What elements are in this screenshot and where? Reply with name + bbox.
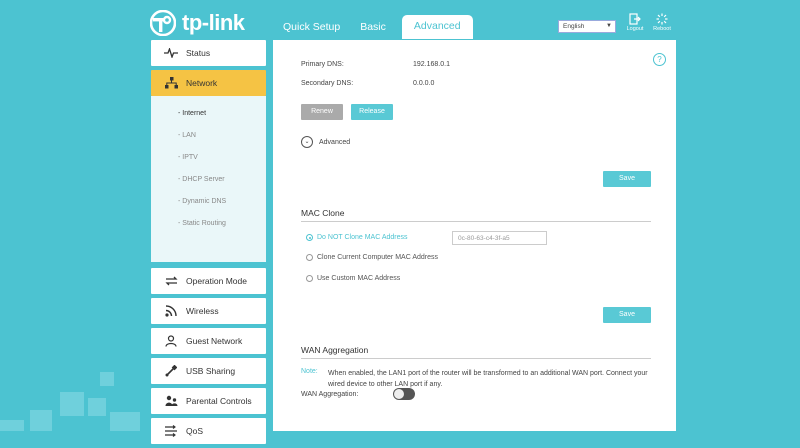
- pulse-icon: [164, 46, 178, 60]
- mac-address-field[interactable]: 0c-80-63-c4-3f-a5: [452, 231, 547, 245]
- qos-icon: [164, 424, 178, 438]
- radio-dot: [306, 234, 313, 241]
- wan-aggregation-toggle[interactable]: [393, 388, 415, 400]
- sidebar: Status Network - Internet - LAN - IPTV -…: [151, 40, 266, 448]
- language-select[interactable]: English ▼: [558, 20, 616, 33]
- parental-controls-icon: [164, 394, 178, 408]
- tab-basic[interactable]: Basic: [350, 17, 396, 39]
- background-decoration: [88, 398, 106, 416]
- primary-dns-value: 192.168.0.1: [413, 61, 450, 68]
- radio-dot: [306, 275, 313, 282]
- note-text: When enabled, the LAN1 port of the route…: [328, 370, 648, 388]
- logout-button[interactable]: Logout: [620, 13, 650, 32]
- wan-aggregation-label: WAN Aggregation:: [301, 391, 359, 398]
- language-value: English: [563, 23, 585, 30]
- save-button[interactable]: Save: [603, 171, 651, 187]
- reboot-button[interactable]: Reboot: [647, 13, 677, 32]
- guest-network-icon: [164, 334, 178, 348]
- radio-label: Do NOT Clone MAC Address: [317, 234, 408, 241]
- secondary-dns-value: 0.0.0.0: [413, 80, 435, 87]
- radio-dot: [306, 254, 313, 261]
- background-decoration: [110, 412, 140, 431]
- submenu-item-static-routing[interactable]: - Static Routing: [151, 212, 266, 234]
- mac-clone-title: MAC Clone: [301, 208, 345, 218]
- background-decoration: [0, 420, 24, 431]
- radio-custom-mac[interactable]: Use Custom MAC Address: [306, 275, 400, 282]
- note-label: Note:: [301, 368, 318, 375]
- brand-logo: tp-link: [150, 10, 245, 36]
- sidebar-item-status[interactable]: Status: [151, 40, 266, 66]
- chevron-down-icon: ▼: [606, 23, 612, 29]
- operation-mode-icon: [164, 274, 178, 288]
- sidebar-item-label: Operation Mode: [186, 276, 247, 286]
- sidebar-item-label: Status: [186, 48, 211, 58]
- primary-dns-label: Primary DNS:: [301, 61, 344, 68]
- submenu-item-lan[interactable]: - LAN: [151, 124, 266, 146]
- radio-label: Use Custom MAC Address: [317, 275, 401, 282]
- renew-button[interactable]: Renew: [301, 104, 343, 120]
- content-panel: ? Primary DNS: 192.168.0.1 Secondary DNS…: [273, 40, 676, 431]
- brand-name: tp-link: [182, 10, 245, 35]
- sidebar-item-network[interactable]: Network: [151, 70, 266, 96]
- logout-label: Logout: [626, 26, 644, 32]
- secondary-dns-label: Secondary DNS:: [301, 80, 354, 87]
- tab-quick-setup[interactable]: Quick Setup: [273, 17, 350, 39]
- sidebar-item-label: Wireless: [186, 306, 219, 316]
- sidebar-item-qos[interactable]: QoS: [151, 418, 266, 444]
- network-icon: [164, 76, 178, 90]
- advanced-label: Advanced: [319, 138, 351, 146]
- radio-clone-current[interactable]: Clone Current Computer MAC Address: [306, 254, 438, 261]
- sidebar-item-label: QoS: [186, 426, 204, 436]
- release-button[interactable]: Release: [351, 104, 393, 120]
- mac-clone-save-button[interactable]: Save: [603, 307, 651, 323]
- wan-aggregation-title: WAN Aggregation: [301, 345, 369, 355]
- advanced-toggle[interactable]: ⌄ Advanced: [301, 136, 350, 148]
- sidebar-item-usb-sharing[interactable]: USB Sharing: [151, 358, 266, 384]
- reboot-label: Reboot: [653, 26, 671, 32]
- section-divider: [301, 358, 651, 359]
- toggle-knob: [394, 389, 404, 399]
- sidebar-item-label: USB Sharing: [186, 366, 236, 376]
- sidebar-item-wireless[interactable]: Wireless: [151, 298, 266, 324]
- submenu-item-dynamic-dns[interactable]: - Dynamic DNS: [151, 190, 266, 212]
- sidebar-item-label: Network: [186, 78, 218, 88]
- reboot-icon: [656, 13, 668, 25]
- background-decoration: [60, 392, 84, 416]
- network-submenu: - Internet - LAN - IPTV - DHCP Server - …: [151, 96, 266, 262]
- help-icon[interactable]: ?: [653, 53, 666, 66]
- submenu-item-iptv[interactable]: - IPTV: [151, 146, 266, 168]
- sidebar-item-operation-mode[interactable]: Operation Mode: [151, 268, 266, 294]
- tp-link-logo-icon: [150, 10, 176, 36]
- radio-do-not-clone[interactable]: Do NOT Clone MAC Address: [306, 234, 408, 241]
- chevron-down-circle-icon: ⌄: [301, 136, 313, 148]
- sidebar-item-label: Parental Controls: [186, 396, 252, 406]
- radio-label: Clone Current Computer MAC Address: [317, 254, 438, 261]
- submenu-item-dhcp-server[interactable]: - DHCP Server: [151, 168, 266, 190]
- main-tabs: Quick Setup Basic Advanced: [273, 15, 473, 39]
- section-divider: [301, 221, 651, 222]
- sidebar-item-parental-controls[interactable]: Parental Controls: [151, 388, 266, 414]
- sidebar-item-label: Guest Network: [186, 336, 243, 346]
- sidebar-item-guest-network[interactable]: Guest Network: [151, 328, 266, 354]
- background-decoration: [30, 410, 52, 431]
- logout-icon: [629, 13, 641, 25]
- wireless-icon: [164, 304, 178, 318]
- submenu-item-internet[interactable]: - Internet: [151, 102, 266, 124]
- background-decoration: [100, 372, 114, 386]
- usb-icon: [164, 364, 178, 378]
- tab-advanced[interactable]: Advanced: [401, 15, 473, 39]
